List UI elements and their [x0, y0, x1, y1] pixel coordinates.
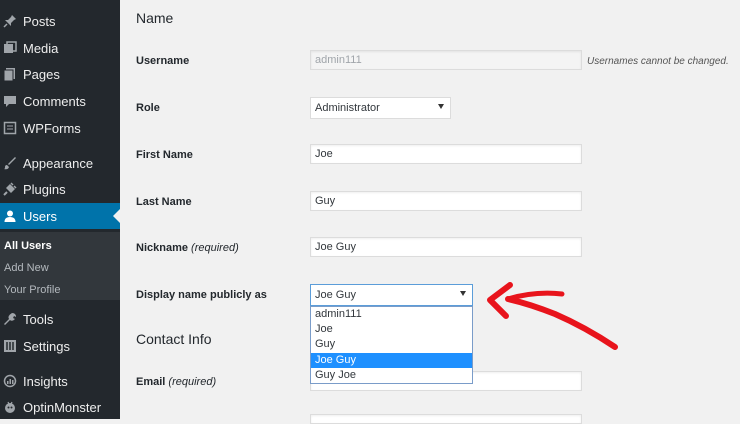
submenu-all-users[interactable]: All Users [4, 240, 52, 252]
username-field: admin111 [310, 50, 582, 70]
sidebar-item-users[interactable]: Users [0, 203, 120, 229]
sidebar-item-label: Settings [23, 338, 70, 354]
nickname-label: Nickname (required) [136, 242, 239, 254]
sidebar-item-label: OptinMonster [23, 399, 102, 415]
section-heading-contact-info: Contact Info [136, 331, 212, 347]
sidebar-item-label: Insights [23, 373, 68, 389]
display-name-option[interactable]: Joe [311, 322, 472, 337]
insights-icon [3, 374, 17, 388]
sidebar-item-label: Posts [23, 13, 56, 29]
sidebar-item-label: Appearance [23, 155, 94, 171]
display-name-options-list: admin111 Joe Guy Joe Guy Guy Joe [310, 306, 473, 384]
sidebar-item-tools[interactable]: Tools [0, 306, 120, 332]
next-field-partial[interactable] [310, 414, 582, 424]
display-name-select[interactable]: Joe Guy [310, 284, 473, 306]
annotation-arrow-icon [487, 282, 618, 350]
sidebar-item-posts[interactable]: Posts [0, 8, 120, 34]
email-required-note: (required) [168, 376, 217, 388]
display-name-select-value: Joe Guy [315, 289, 356, 301]
username-hint: Usernames cannot be changed. [587, 56, 729, 67]
optinmonster-icon [3, 400, 17, 414]
sidebar-item-label: WPForms [23, 120, 81, 136]
sidebar-item-label: Media [23, 40, 59, 56]
users-submenu: All Users Add New Your Profile [0, 232, 120, 300]
last-name-label: Last Name [136, 196, 192, 208]
admin-sidebar: Posts Media Pages Comments WPForms Appea… [0, 0, 120, 419]
user-icon [3, 209, 17, 223]
sidebar-item-media[interactable]: Media [0, 35, 120, 61]
submenu-your-profile[interactable]: Your Profile [4, 284, 60, 296]
sidebar-item-comments[interactable]: Comments [0, 88, 120, 114]
first-name-field[interactable]: Joe [310, 144, 582, 164]
display-name-option[interactable]: Guy [311, 337, 472, 352]
settings-icon [3, 339, 17, 353]
brush-icon [3, 156, 17, 170]
sidebar-item-wpforms[interactable]: WPForms [0, 115, 120, 141]
media-icon [3, 41, 17, 55]
pin-icon [3, 14, 17, 28]
role-select-value: Administrator [315, 102, 380, 114]
plug-icon [3, 182, 17, 196]
sidebar-item-label: Comments [23, 93, 86, 109]
first-name-label: First Name [136, 149, 193, 161]
active-menu-pointer [113, 209, 120, 223]
sidebar-item-label: Pages [23, 66, 60, 82]
pages-icon [3, 67, 17, 82]
role-select[interactable]: Administrator [310, 97, 451, 119]
nickname-field[interactable]: Joe Guy [310, 237, 582, 257]
email-label-text: Email [136, 376, 166, 388]
display-name-option-highlighted[interactable]: Joe Guy [311, 353, 472, 368]
comment-icon [3, 94, 17, 108]
chevron-down-icon [438, 104, 444, 109]
sidebar-item-optinmonster[interactable]: OptinMonster [0, 394, 120, 420]
sidebar-item-settings[interactable]: Settings [0, 333, 120, 359]
sidebar-item-pages[interactable]: Pages [0, 61, 120, 87]
username-label: Username [136, 55, 190, 67]
sidebar-item-label: Users [23, 208, 57, 224]
display-name-option[interactable]: admin111 [311, 307, 472, 322]
sidebar-item-appearance[interactable]: Appearance [0, 150, 120, 176]
wpforms-icon [3, 121, 17, 135]
last-name-field[interactable]: Guy [310, 191, 582, 211]
submenu-add-new[interactable]: Add New [4, 262, 49, 274]
sidebar-item-plugins[interactable]: Plugins [0, 176, 120, 202]
chevron-down-icon [460, 291, 466, 296]
role-label: Role [136, 102, 160, 114]
display-name-option[interactable]: Guy Joe [311, 368, 472, 383]
wrench-icon [3, 312, 17, 326]
email-label: Email (required) [136, 376, 216, 388]
sidebar-item-label: Tools [23, 311, 54, 327]
section-heading-name: Name [136, 10, 174, 26]
nickname-label-text: Nickname [136, 242, 188, 254]
display-name-label: Display name publicly as [136, 289, 267, 301]
nickname-required-note: (required) [191, 242, 239, 254]
sidebar-item-label: Plugins [23, 181, 66, 197]
sidebar-item-insights[interactable]: Insights [0, 368, 120, 394]
